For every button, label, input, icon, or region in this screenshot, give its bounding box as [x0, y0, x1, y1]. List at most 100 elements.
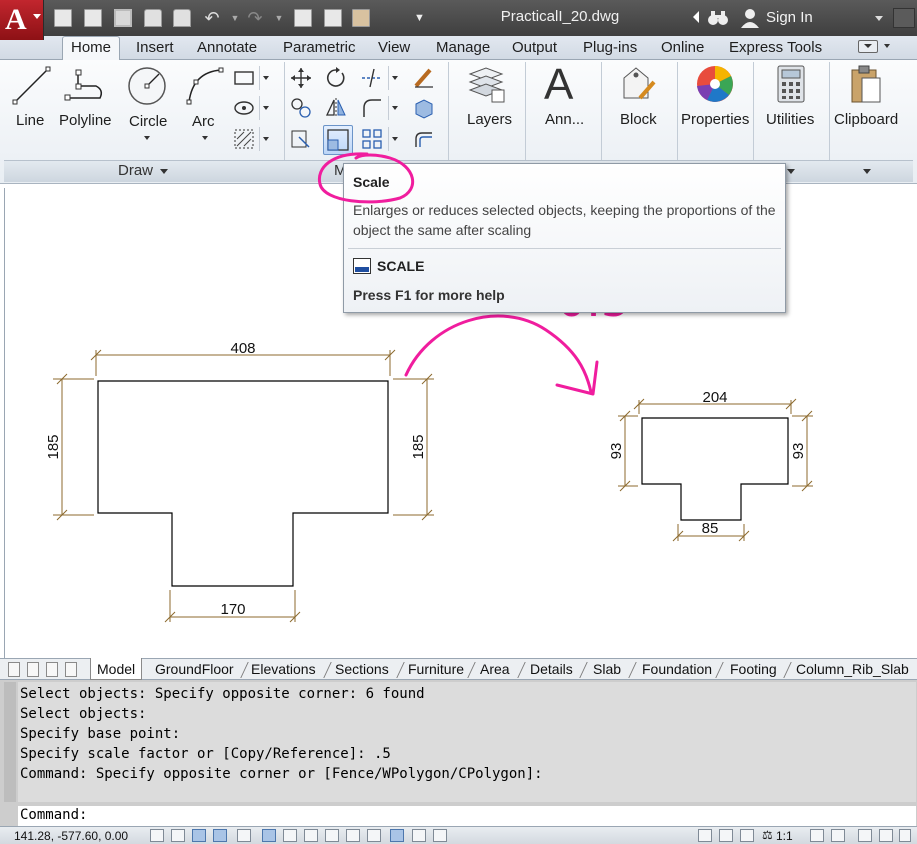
auto-scale-icon[interactable] [831, 829, 845, 842]
3d-object-snap-icon[interactable] [283, 829, 297, 842]
workspace-switching-icon[interactable] [858, 829, 872, 842]
infer-constraints-icon[interactable] [150, 829, 164, 842]
tab-annotate[interactable]: Annotate [197, 39, 257, 56]
erase-tool-icon[interactable] [412, 66, 436, 90]
annotation-visibility-icon[interactable] [810, 829, 824, 842]
utilities-label[interactable]: Utilities [766, 111, 814, 128]
arc-tool-label[interactable]: Arc [192, 113, 215, 130]
binoculars-icon[interactable] [707, 9, 729, 27]
coordinates-readout[interactable]: 141.28, -577.60, 0.00 [14, 829, 128, 843]
draw-panel-title[interactable]: Draw [118, 162, 153, 179]
fillet-dropdown-icon[interactable] [388, 96, 400, 120]
trim-dropdown-icon[interactable] [388, 66, 400, 90]
quick-view-layouts-icon[interactable] [719, 829, 733, 842]
ellipse-tool-icon[interactable] [232, 96, 256, 120]
clipboard-panel-expand-icon[interactable] [863, 169, 871, 174]
tab-online[interactable]: Online [661, 39, 704, 56]
ortho-mode-icon[interactable] [213, 829, 227, 842]
next-layout-icon[interactable] [46, 662, 58, 677]
line-tool-icon[interactable] [12, 66, 52, 106]
copy-tool-icon[interactable] [289, 96, 313, 120]
layout-tab-area[interactable]: Area [480, 661, 510, 677]
circle-dropdown-icon[interactable] [144, 136, 150, 140]
clipboard-label[interactable]: Clipboard [834, 111, 898, 128]
stretch-tool-icon[interactable] [289, 127, 313, 151]
mirror-tool-icon[interactable] [324, 96, 348, 120]
tab-parametric[interactable]: Parametric [283, 39, 356, 56]
tab-plug-ins[interactable]: Plug-ins [583, 39, 637, 56]
layers-label[interactable]: Layers [467, 111, 512, 128]
grid-display-icon[interactable] [192, 829, 206, 842]
last-layout-icon[interactable] [65, 662, 77, 677]
lock-ui-icon[interactable] [879, 829, 893, 842]
ribbon-options-dropdown-icon[interactable] [884, 44, 890, 48]
user-icon[interactable] [740, 8, 760, 28]
lineweight-icon[interactable] [367, 829, 381, 842]
model-space-icon[interactable] [698, 829, 712, 842]
trim-tool-icon[interactable] [360, 66, 384, 90]
redo-dropdown-icon[interactable]: ▼ [274, 9, 284, 27]
hatch-dropdown-icon[interactable] [259, 127, 271, 151]
tab-insert[interactable]: Insert [136, 39, 174, 56]
arc-tool-icon[interactable] [185, 66, 225, 106]
layout-tab-groundfloor[interactable]: GroundFloor [155, 661, 234, 677]
block-label[interactable]: Block [620, 111, 657, 128]
open-file-icon[interactable] [84, 9, 102, 27]
workspace-icon[interactable] [352, 9, 370, 27]
circle-tool-label[interactable]: Circle [129, 113, 167, 130]
new-file-icon[interactable] [54, 9, 72, 27]
line-tool-label[interactable]: Line [16, 112, 44, 129]
properties-label[interactable]: Properties [681, 111, 749, 128]
redo-icon[interactable]: ↷ [246, 9, 264, 27]
print-icon[interactable] [144, 9, 162, 27]
arc-dropdown-icon[interactable] [202, 136, 208, 140]
search-collapse-arrow-icon[interactable] [693, 11, 699, 23]
circle-tool-icon[interactable] [127, 66, 167, 106]
layers-icon[interactable] [466, 64, 506, 106]
layout-tab-details[interactable]: Details [530, 661, 573, 677]
clipboard-icon[interactable] [848, 64, 884, 106]
rectangle-tool-icon[interactable] [232, 66, 256, 90]
sign-in-dropdown-icon[interactable] [875, 16, 883, 21]
polar-tracking-icon[interactable] [237, 829, 251, 842]
rotate-tool-icon[interactable] [324, 66, 348, 90]
annotation-label[interactable]: Ann... [545, 111, 584, 128]
undo-dropdown-icon[interactable]: ▼ [230, 9, 240, 27]
isolate-objects-icon[interactable] [899, 829, 911, 842]
polyline-tool-label[interactable]: Polyline [59, 112, 112, 129]
dynamic-ucs-icon[interactable] [325, 829, 339, 842]
move-tool-icon[interactable] [289, 66, 313, 90]
calculator-icon[interactable] [776, 64, 806, 104]
plot-icon[interactable] [173, 9, 191, 27]
sign-in-link[interactable]: Sign In [766, 9, 813, 26]
transparency-icon[interactable] [390, 829, 404, 842]
command-input[interactable]: Command: [18, 806, 916, 826]
object-snap-icon[interactable] [262, 829, 276, 842]
layout-tab-elevations[interactable]: Elevations [251, 661, 316, 677]
properties-color-wheel-icon[interactable] [695, 64, 735, 104]
hatch-tool-icon[interactable] [232, 127, 256, 151]
save-icon[interactable] [114, 9, 132, 27]
previous-layout-icon[interactable] [27, 662, 39, 677]
tab-manage[interactable]: Manage [436, 39, 490, 56]
first-layout-icon[interactable] [8, 662, 20, 677]
tab-view[interactable]: View [378, 39, 410, 56]
rectangle-dropdown-icon[interactable] [259, 66, 271, 90]
dynamic-input-icon[interactable] [346, 829, 360, 842]
tab-home[interactable]: Home [62, 36, 121, 61]
annotation-icon[interactable]: A [544, 60, 573, 110]
layout-tab-footing[interactable]: Footing [730, 661, 777, 677]
layout-tab-model[interactable]: Model [90, 658, 143, 680]
block-icon[interactable] [618, 64, 658, 106]
command-window-grip[interactable] [4, 682, 16, 802]
tab-express-tools[interactable]: Express Tools [729, 39, 822, 56]
selection-cycling-icon[interactable] [433, 829, 447, 842]
annotation-scale-value[interactable]: 1:1 [776, 829, 793, 843]
utilities-panel-expand-icon[interactable] [787, 169, 795, 174]
object-snap-tracking-icon[interactable] [304, 829, 318, 842]
layout-tab-foundation[interactable]: Foundation [642, 661, 712, 677]
annotation-scale-icon[interactable]: ⚖ [762, 828, 773, 842]
match-properties-icon[interactable] [324, 9, 342, 27]
tab-output[interactable]: Output [512, 39, 557, 56]
customize-qat-icon[interactable]: ▼ [414, 9, 425, 27]
